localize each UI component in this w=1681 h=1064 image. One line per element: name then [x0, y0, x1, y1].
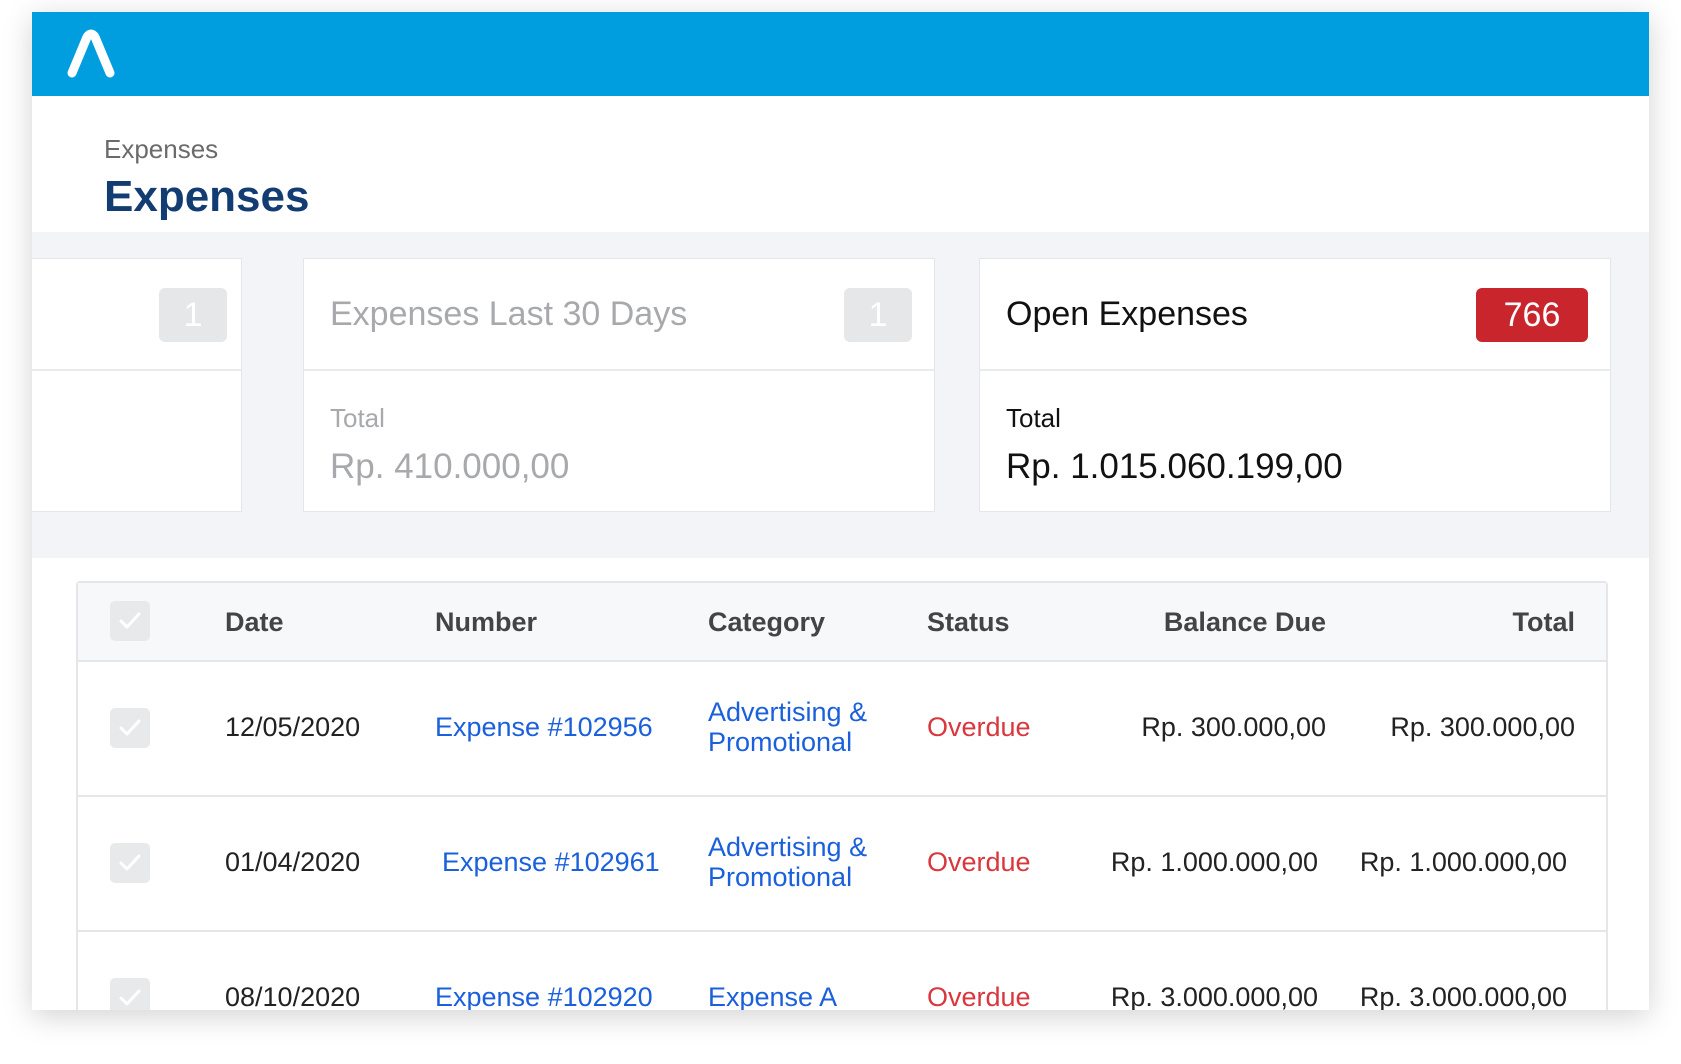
cell-date: 12/05/2020	[225, 712, 361, 742]
row-checkbox[interactable]	[110, 978, 150, 1010]
card-total-amount: Rp. 410.000,00	[330, 447, 570, 486]
card-title: Open Expenses	[1006, 295, 1248, 333]
breadcrumb[interactable]: Expenses	[104, 134, 218, 165]
cell-category-link[interactable]: Advertising & Promotional	[708, 832, 898, 892]
check-icon	[119, 719, 141, 736]
cell-status: Overdue	[927, 847, 1031, 877]
page-header: Expenses Expenses	[32, 96, 1649, 232]
card-header: 1	[32, 259, 241, 371]
cell-category-link[interactable]: Expense A	[708, 982, 837, 1010]
select-all-checkbox[interactable]	[110, 601, 150, 641]
card-count-badge: 1	[844, 288, 912, 342]
card-total-amount: Rp. 1.015.060.199,00	[1006, 447, 1343, 486]
cell-number-link[interactable]: Expense #102956	[435, 712, 653, 743]
check-icon	[119, 612, 141, 629]
cell-number-link[interactable]: Expense #102961	[442, 847, 660, 878]
table-row[interactable]: 08/10/2020 Expense #102920 Expense A Ove…	[78, 932, 1606, 1010]
card-count-badge: 766	[1476, 288, 1588, 342]
expenses-table: Date Number Category Status Balance Due …	[76, 581, 1608, 1010]
cell-balance-due: Rp. 300.000,00	[1141, 712, 1326, 742]
app-window: Expenses Expenses 1 Expenses Last 30 Day…	[32, 12, 1649, 1010]
column-header-balance-due[interactable]: Balance Due	[1078, 607, 1326, 638]
cell-date: 01/04/2020	[225, 847, 361, 877]
table-row[interactable]: 12/05/2020 Expense #102956 Advertising &…	[78, 662, 1606, 797]
cell-date: 08/10/2020	[225, 982, 361, 1010]
column-header-number[interactable]: Number	[435, 607, 537, 638]
cell-number-link[interactable]: Expense #102920	[435, 982, 653, 1010]
row-checkbox[interactable]	[110, 708, 150, 748]
summary-card-partial[interactable]: 1	[32, 258, 242, 512]
row-checkbox[interactable]	[110, 843, 150, 883]
card-header: Expenses Last 30 Days 1	[304, 259, 934, 371]
card-total-label: Total	[1006, 403, 1061, 433]
summary-card-open-expenses[interactable]: Open Expenses 766 Total Rp. 1.015.060.19…	[979, 258, 1611, 512]
summary-card-last-30-days[interactable]: Expenses Last 30 Days 1 Total Rp. 410.00…	[303, 258, 935, 512]
cell-total: Rp. 3.000.000,00	[1359, 982, 1567, 1010]
cell-total: Rp. 1.000.000,00	[1359, 847, 1567, 877]
top-bar	[32, 12, 1649, 96]
check-icon	[119, 989, 141, 1006]
summary-cards: 1 Expenses Last 30 Days 1 Total Rp. 410.…	[32, 232, 1649, 558]
table-header: Date Number Category Status Balance Due …	[78, 583, 1606, 662]
check-icon	[119, 854, 141, 871]
cell-status: Overdue	[927, 712, 1031, 742]
column-header-status[interactable]: Status	[927, 607, 1010, 638]
cell-category-link[interactable]: Advertising & Promotional	[708, 697, 898, 757]
card-count-badge: 1	[159, 288, 227, 342]
column-header-date[interactable]: Date	[225, 607, 284, 638]
card-header: Open Expenses 766	[980, 259, 1610, 371]
brand-a-logo-icon[interactable]	[66, 29, 116, 79]
cell-balance-due: Rp. 1.000.000,00	[1110, 847, 1318, 877]
column-header-category[interactable]: Category	[708, 607, 825, 638]
cell-balance-due: Rp. 3.000.000,00	[1110, 982, 1318, 1010]
column-header-total[interactable]: Total	[1378, 607, 1576, 638]
cell-status: Overdue	[927, 982, 1031, 1010]
page-title: Expenses	[104, 172, 310, 221]
card-title: Expenses Last 30 Days	[330, 295, 688, 333]
cell-total: Rp. 300.000,00	[1390, 712, 1575, 742]
table-row[interactable]: 01/04/2020 Expense #102961 Advertising &…	[78, 797, 1606, 932]
card-total-label: Total	[330, 403, 385, 433]
